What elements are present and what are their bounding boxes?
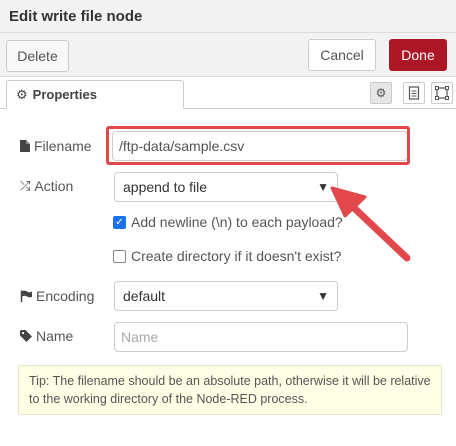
tag-icon (20, 330, 32, 342)
encoding-label: Encoding (36, 288, 95, 304)
done-button[interactable]: Done (389, 39, 447, 71)
tip-box: Tip: The filename should be an absolute … (18, 365, 442, 415)
flag-icon (20, 290, 32, 302)
chevron-down-icon: ▼ (317, 289, 329, 303)
name-input-placeholder: Name (121, 329, 159, 345)
name-input[interactable]: Name (114, 322, 408, 352)
gear-icon: ⚙ (375, 86, 387, 100)
description-icon (408, 86, 420, 100)
cancel-button[interactable]: Cancel (308, 39, 376, 71)
action-label: Action (34, 178, 74, 194)
add-newline-checkbox[interactable]: ✓ (113, 215, 126, 229)
tab-description-button[interactable] (403, 82, 425, 104)
create-dir-checkbox[interactable] (113, 249, 126, 263)
tab-properties[interactable]: ⚙ Properties (6, 80, 184, 109)
tab-settings-button[interactable]: ⚙ (370, 82, 392, 104)
tab-properties-label: Properties (32, 87, 97, 102)
name-label: Name (36, 328, 74, 344)
encoding-select-value: default (123, 288, 166, 304)
action-select-value: append to file (123, 179, 208, 195)
filename-label-row: Filename (20, 137, 92, 155)
encoding-select[interactable]: default ▼ (114, 281, 338, 311)
add-newline-option[interactable]: ✓ Add newline (\n) to each payload? (113, 213, 343, 231)
appearance-icon (435, 86, 449, 100)
shuffle-icon: ⤮ (20, 178, 31, 193)
filename-label: Filename (34, 138, 92, 154)
name-label-row: Name (20, 327, 73, 345)
action-label-row: ⤮ Action (20, 177, 73, 195)
dialog-title: Edit write file node (9, 8, 143, 25)
encoding-label-row: Encoding (20, 287, 94, 305)
create-dir-label: Create directory if it doesn't exist? (131, 248, 342, 264)
highlight-box (106, 126, 410, 165)
tab-appearance-button[interactable] (431, 82, 453, 104)
delete-button[interactable]: Delete (6, 40, 69, 72)
file-icon (20, 140, 30, 152)
annotation-arrow (330, 186, 411, 262)
gear-icon: ⚙ (16, 86, 28, 102)
create-dir-option[interactable]: Create directory if it doesn't exist? (113, 247, 341, 265)
add-newline-label: Add newline (\n) to each payload? (131, 214, 343, 230)
action-select[interactable]: append to file ▼ (114, 172, 338, 202)
